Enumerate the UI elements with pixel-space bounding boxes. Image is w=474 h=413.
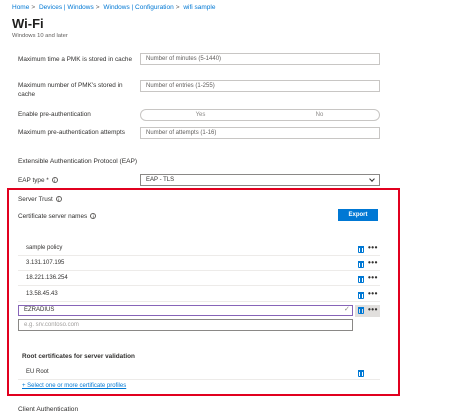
pre-auth-attempts-input[interactable]: Number of attempts (1-16)	[140, 127, 380, 139]
server-name-row: 13.58.45.43 •••	[18, 288, 380, 302]
more-options-icon[interactable]: •••	[368, 274, 378, 282]
page-title: Wi-Fi	[12, 16, 44, 31]
pre-auth-attempts-label: Maximum pre-authentication attempts	[18, 129, 125, 136]
pmk-count-label: Maximum number of PMK's stored in cache	[18, 82, 123, 99]
pmk-count-input[interactable]: Number of entries (1-255)	[140, 80, 380, 92]
delete-icon[interactable]	[358, 246, 364, 253]
more-options-icon[interactable]: •••	[368, 244, 378, 252]
checkmark-icon: ✓	[344, 306, 350, 313]
export-button[interactable]: Export	[338, 209, 378, 221]
server-name-row: 18.221.136.254 •••	[18, 272, 380, 286]
breadcrumb-wifi-sample[interactable]: wifi sample	[183, 4, 215, 11]
eap-type-dropdown[interactable]: EAP - TLS	[140, 174, 380, 186]
new-server-name-input[interactable]: e.g. srv.contoso.com	[18, 319, 353, 331]
cert-server-names-label: Certificate server names i	[18, 212, 97, 221]
breadcrumb: Home > Devices | Windows > Windows | Confi…	[12, 4, 216, 11]
root-cert-row: EU Root	[18, 366, 380, 380]
edit-row-actions: •••	[355, 305, 380, 317]
server-name-row: sample policy •••	[18, 242, 380, 256]
breadcrumb-home[interactable]: Home	[12, 4, 29, 11]
pre-auth-label: Enable pre-authentication	[18, 111, 91, 118]
breadcrumb-windows-configuration[interactable]: Windows | Configuration	[103, 4, 173, 11]
eap-type-label: EAP type * i	[18, 176, 58, 185]
more-options-icon[interactable]: •••	[368, 290, 378, 298]
client-auth-title: Client Authentication	[18, 406, 79, 413]
chevron-down-icon	[369, 176, 375, 182]
pre-auth-toggle[interactable]: Yes No	[140, 109, 380, 121]
pmk-time-label: Maximum time a PMK is stored in cache	[18, 56, 133, 63]
pre-auth-no-option[interactable]: No	[260, 110, 379, 120]
delete-icon[interactable]	[358, 292, 364, 299]
breadcrumb-devices-windows[interactable]: Devices | Windows	[39, 4, 94, 11]
more-options-icon[interactable]: •••	[368, 306, 378, 314]
info-icon[interactable]: i	[55, 196, 62, 203]
select-certificate-profiles-link[interactable]: + Select one or more certificate profile…	[22, 383, 126, 389]
info-icon[interactable]: i	[51, 177, 58, 184]
eap-section-title: Extensible Authentication Protocol (EAP)	[18, 158, 138, 165]
delete-icon[interactable]	[358, 307, 364, 314]
pre-auth-yes-option[interactable]: Yes	[141, 110, 260, 120]
more-options-icon[interactable]: •••	[368, 259, 378, 267]
server-name-edit-input[interactable]: EZRADIUS	[18, 305, 353, 316]
server-name-row: 3.131.107.195 •••	[18, 257, 380, 271]
delete-icon[interactable]	[358, 276, 364, 283]
delete-icon[interactable]	[358, 370, 364, 377]
root-certs-title: Root certificates for server validation	[22, 353, 135, 360]
delete-icon[interactable]	[358, 261, 364, 268]
page-subtitle: Windows 10 and later	[12, 33, 68, 39]
server-trust-title: Server Trust i	[18, 195, 62, 204]
info-icon[interactable]: i	[90, 213, 97, 220]
pmk-time-input[interactable]: Number of minutes (5-1440)	[140, 53, 380, 65]
